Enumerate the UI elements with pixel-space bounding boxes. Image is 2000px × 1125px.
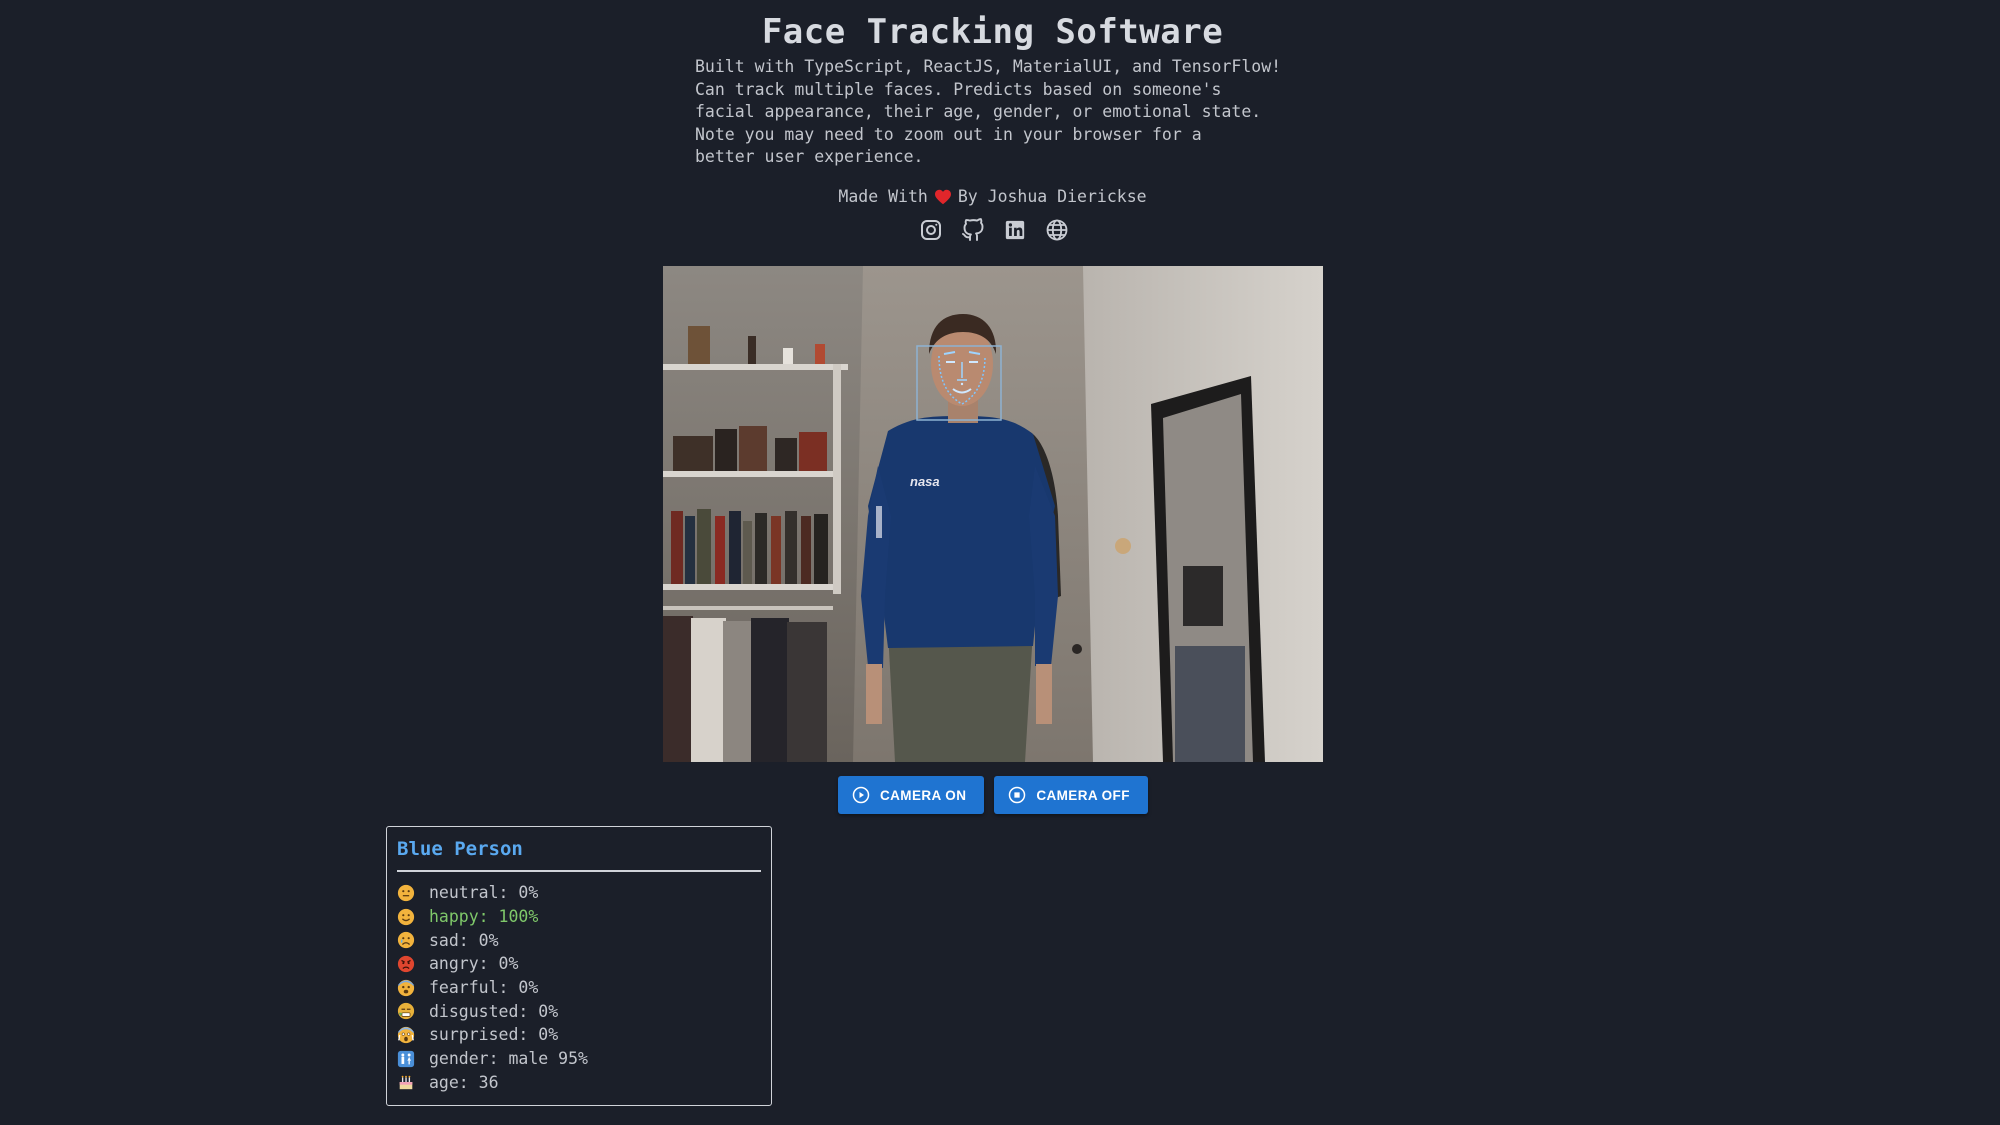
angry-face-icon	[397, 955, 415, 973]
stat-text: sad: 0%	[429, 930, 499, 950]
page-title: Face Tracking Software	[761, 12, 1224, 52]
stat-text: neutral: 0%	[429, 883, 539, 903]
disgusted-face-icon	[397, 1002, 415, 1020]
stat-text: angry: 0%	[429, 954, 519, 974]
made-with-author: By Joshua Dierickse	[957, 187, 1147, 206]
cake-icon	[397, 1073, 415, 1091]
description-line: better user experience.	[695, 147, 924, 166]
stat-row-happy: happy: 100%	[397, 905, 761, 929]
stat-text: age: 36	[429, 1072, 499, 1092]
happy-face-icon	[397, 908, 415, 926]
globe-icon[interactable]	[1043, 216, 1071, 244]
camera-on-button[interactable]: CAMERA ON	[838, 776, 985, 814]
person-stats-panel: Blue Person neutral: 0% happy: 100% sad:…	[386, 826, 772, 1106]
instagram-icon[interactable]	[917, 216, 945, 244]
github-icon[interactable]	[959, 216, 987, 244]
stat-text: disgusted: 0%	[429, 1001, 559, 1021]
camera-on-label: CAMERA ON	[880, 787, 967, 803]
stop-circle-icon	[1008, 786, 1026, 804]
camera-off-button[interactable]: CAMERA OFF	[994, 776, 1148, 814]
stat-row-disgusted: disgusted: 0%	[397, 999, 761, 1023]
description-line: facial appearance, their age, gender, or…	[695, 102, 1262, 121]
sad-face-icon	[397, 931, 415, 949]
camera-off-label: CAMERA OFF	[1036, 787, 1130, 803]
camera-controls: CAMERA ON CAMERA OFF	[838, 776, 1148, 814]
description-line: Built with TypeScript, ReactJS, Material…	[695, 57, 1282, 76]
stat-text: fearful: 0%	[429, 978, 539, 998]
person-name: Blue Person	[397, 835, 761, 872]
description-line: Note you may need to zoom out in your br…	[695, 124, 1202, 144]
play-circle-icon	[852, 786, 870, 804]
stat-row-sad: sad: 0%	[397, 928, 761, 952]
shirt-logo: nasa	[910, 474, 940, 489]
stat-row-neutral: neutral: 0%	[397, 881, 761, 905]
webcam-feed: nasa	[663, 266, 1323, 762]
stat-row-gender: gender: male 95%	[397, 1047, 761, 1071]
stat-text: surprised: 0%	[429, 1025, 559, 1045]
stat-row-angry: angry: 0%	[397, 952, 761, 976]
gender-icon	[397, 1050, 415, 1068]
stat-text: happy: 100%	[429, 907, 539, 927]
stat-row-surprised: surprised: 0%	[397, 1023, 761, 1047]
neutral-face-icon	[397, 884, 415, 902]
fearful-face-icon	[397, 979, 415, 997]
stat-row-age: age: 36	[397, 1071, 761, 1095]
webcam-image: nasa	[663, 266, 1323, 762]
made-with-prefix: Made With	[838, 187, 928, 206]
description: Built with TypeScript, ReactJS, Material…	[695, 56, 1335, 169]
stat-row-fearful: fearful: 0%	[397, 976, 761, 1000]
app-root: Face Tracking Software Built with TypeSc…	[0, 0, 2000, 1125]
stat-text: gender: male 95%	[429, 1049, 588, 1069]
heart-icon	[934, 189, 952, 209]
linkedin-icon[interactable]	[1001, 216, 1029, 244]
surprised-face-icon	[397, 1026, 415, 1044]
social-links	[917, 216, 1071, 244]
made-with-credit: Made With By Joshua Dierickse	[0, 187, 1985, 209]
description-line: Can track multiple faces. Predicts based…	[695, 79, 1222, 99]
